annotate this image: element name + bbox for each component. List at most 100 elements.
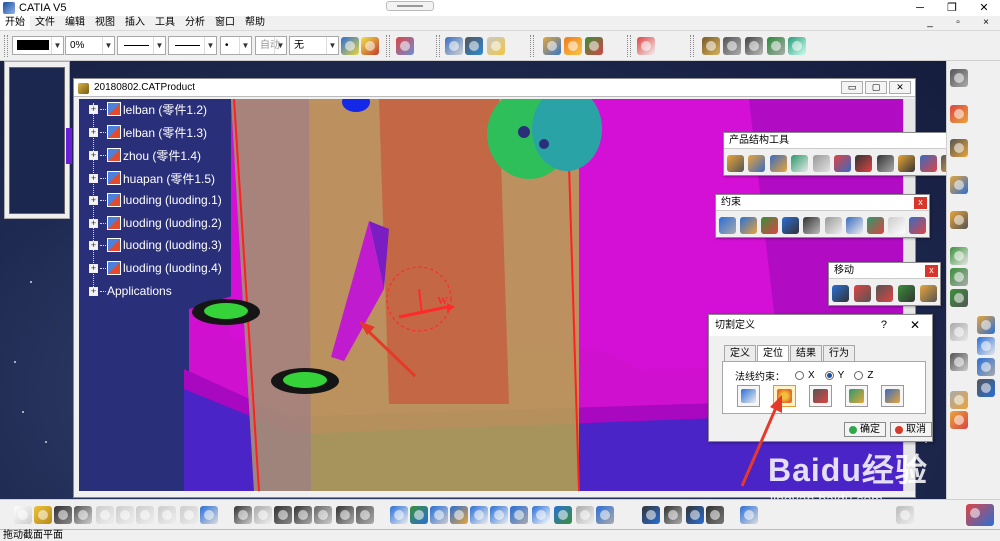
stop-manipulate-on-clash-icon[interactable] bbox=[920, 285, 937, 302]
minimize-button[interactable]: ─ bbox=[904, 0, 936, 16]
update-all-icon[interactable] bbox=[950, 268, 968, 286]
snap-icon[interactable] bbox=[950, 176, 968, 194]
menu-window[interactable]: 窗口 bbox=[210, 16, 240, 30]
manipulation-icon[interactable] bbox=[832, 285, 849, 302]
expand-icon[interactable]: + bbox=[89, 173, 98, 183]
invert-normal-button[interactable] bbox=[845, 385, 868, 407]
doc-window-restore-button[interactable]: ▢ bbox=[865, 81, 887, 94]
radio-z[interactable] bbox=[854, 371, 864, 380]
paste-icon[interactable] bbox=[136, 506, 154, 524]
layer-combo[interactable]: 无 ▼ bbox=[289, 36, 339, 55]
hide-show-icon[interactable] bbox=[576, 506, 594, 524]
tree-node[interactable]: + luoding (luoding.4) bbox=[89, 258, 222, 278]
doc-restore-button[interactable]: ▫ bbox=[944, 16, 972, 30]
toolbar-grip[interactable] bbox=[386, 35, 390, 57]
toolbar-grip[interactable] bbox=[436, 35, 440, 57]
close-icon[interactable]: x bbox=[925, 265, 938, 277]
menu-file[interactable]: 文件 bbox=[30, 16, 60, 30]
doc-minimize-button[interactable]: _ bbox=[916, 16, 944, 30]
refresh-icon[interactable] bbox=[950, 289, 968, 307]
swap-visible-space-icon[interactable] bbox=[596, 506, 614, 524]
tree-node[interactable]: + zhou (零件1.4) bbox=[89, 145, 201, 165]
product-structure-toolbar[interactable]: 产品结构工具 x bbox=[723, 132, 946, 176]
expand-icon[interactable]: + bbox=[89, 195, 98, 205]
tree-node-applications[interactable]: + Applications bbox=[89, 281, 172, 301]
cut-icon[interactable] bbox=[96, 506, 114, 524]
radio-x[interactable] bbox=[795, 371, 804, 380]
tree-node-label[interactable]: luoding (luoding.1) bbox=[123, 193, 222, 207]
new-file-icon[interactable] bbox=[14, 506, 32, 524]
dialog-title-bar[interactable]: 切割定义 ? ✕ bbox=[709, 315, 932, 336]
document-title-bar[interactable]: 20180802.CATProduct ▭ ▢ ✕ bbox=[74, 79, 915, 97]
measure-item-icon[interactable] bbox=[465, 37, 483, 55]
rendering-combo[interactable]: 自动 ▼ bbox=[255, 36, 287, 55]
quick-constraint-icon[interactable] bbox=[845, 217, 863, 234]
expand-icon[interactable]: + bbox=[89, 286, 98, 296]
tree-node-label[interactable]: lelban (零件1.3) bbox=[123, 124, 207, 141]
coincidence-constraint-icon[interactable] bbox=[719, 217, 736, 234]
selective-load-icon[interactable] bbox=[876, 155, 894, 172]
fix-icon[interactable] bbox=[977, 337, 995, 355]
menu-insert[interactable]: 插入 bbox=[120, 16, 150, 30]
menu-help[interactable]: 帮助 bbox=[240, 16, 270, 30]
tab-definition[interactable]: 定义 bbox=[724, 345, 756, 361]
gear-icon[interactable] bbox=[950, 105, 968, 123]
zoom-in-icon[interactable] bbox=[470, 506, 488, 524]
part-icon[interactable] bbox=[564, 37, 582, 55]
explode-icon[interactable] bbox=[898, 285, 915, 302]
toolbar-title-bar[interactable]: 产品结构工具 x bbox=[724, 133, 946, 149]
replace-component-icon[interactable] bbox=[812, 155, 830, 172]
snap-icon[interactable] bbox=[854, 285, 871, 302]
constraint-icon[interactable] bbox=[977, 316, 995, 334]
close-button[interactable]: ✕ bbox=[968, 0, 1000, 16]
expand-icon[interactable]: + bbox=[89, 150, 98, 160]
rotate-icon[interactable] bbox=[450, 506, 468, 524]
apply-material-icon[interactable] bbox=[740, 506, 758, 524]
toolbar-grip[interactable] bbox=[4, 35, 8, 57]
distance-icon[interactable] bbox=[745, 37, 763, 55]
navigation-icon[interactable] bbox=[642, 506, 660, 524]
manipulation-icon[interactable] bbox=[950, 139, 968, 157]
tree-node[interactable]: + lelban (零件1.3) bbox=[89, 122, 207, 142]
simulation-icon[interactable] bbox=[788, 37, 806, 55]
tree-node[interactable]: + lelban (零件1.2) bbox=[89, 99, 207, 119]
tree-node[interactable]: + luoding (luoding.2) bbox=[89, 213, 222, 233]
menu-view[interactable]: 视图 bbox=[90, 16, 120, 30]
fly-mode-icon[interactable] bbox=[390, 506, 408, 524]
contact-constraint-icon[interactable] bbox=[740, 217, 758, 234]
tree-node-label[interactable]: zhou (零件1.4) bbox=[123, 147, 201, 164]
tab-positioning[interactable]: 定位 bbox=[757, 345, 789, 362]
menu-tools[interactable]: 工具 bbox=[150, 16, 180, 30]
zoom-out-icon[interactable] bbox=[490, 506, 508, 524]
copy-icon[interactable] bbox=[116, 506, 134, 524]
lights-icon[interactable] bbox=[664, 506, 682, 524]
transparency-combo[interactable]: 0% ▼ bbox=[65, 36, 115, 55]
undo-icon[interactable] bbox=[158, 506, 176, 524]
hierarchy-icon[interactable] bbox=[356, 506, 374, 524]
component-icon[interactable] bbox=[727, 155, 744, 172]
reuse-pattern-icon[interactable] bbox=[908, 217, 926, 234]
tab-behavior[interactable]: 行为 bbox=[823, 345, 855, 361]
cancel-button[interactable]: 取消 bbox=[890, 422, 932, 437]
expand-icon[interactable]: + bbox=[89, 218, 98, 228]
grid-icon[interactable] bbox=[637, 37, 655, 55]
tree-node-label[interactable]: luoding (luoding.4) bbox=[123, 261, 222, 275]
catalog-icon[interactable] bbox=[950, 69, 968, 87]
doc-close-button[interactable]: × bbox=[972, 16, 1000, 30]
angle-icon[interactable] bbox=[977, 379, 995, 397]
product-icon[interactable] bbox=[585, 37, 603, 55]
graphic-properties-icon[interactable] bbox=[361, 37, 379, 55]
multi-instantiation-icon[interactable] bbox=[919, 155, 937, 172]
analysis-icon[interactable] bbox=[767, 37, 785, 55]
smart-move-icon[interactable] bbox=[876, 285, 893, 302]
flexible-sub-assembly-icon[interactable] bbox=[866, 217, 884, 234]
tab-result[interactable]: 结果 bbox=[790, 345, 822, 361]
camera-icon[interactable] bbox=[706, 506, 724, 524]
change-constraint-icon[interactable] bbox=[887, 217, 905, 234]
secondary-window[interactable] bbox=[4, 61, 72, 219]
catalog-browser-icon[interactable] bbox=[396, 37, 414, 55]
comment-icon[interactable] bbox=[254, 506, 272, 524]
menu-edit[interactable]: 编辑 bbox=[60, 16, 90, 30]
depth-effect-icon[interactable] bbox=[686, 506, 704, 524]
graph-tree-reorder-icon[interactable] bbox=[833, 155, 851, 172]
